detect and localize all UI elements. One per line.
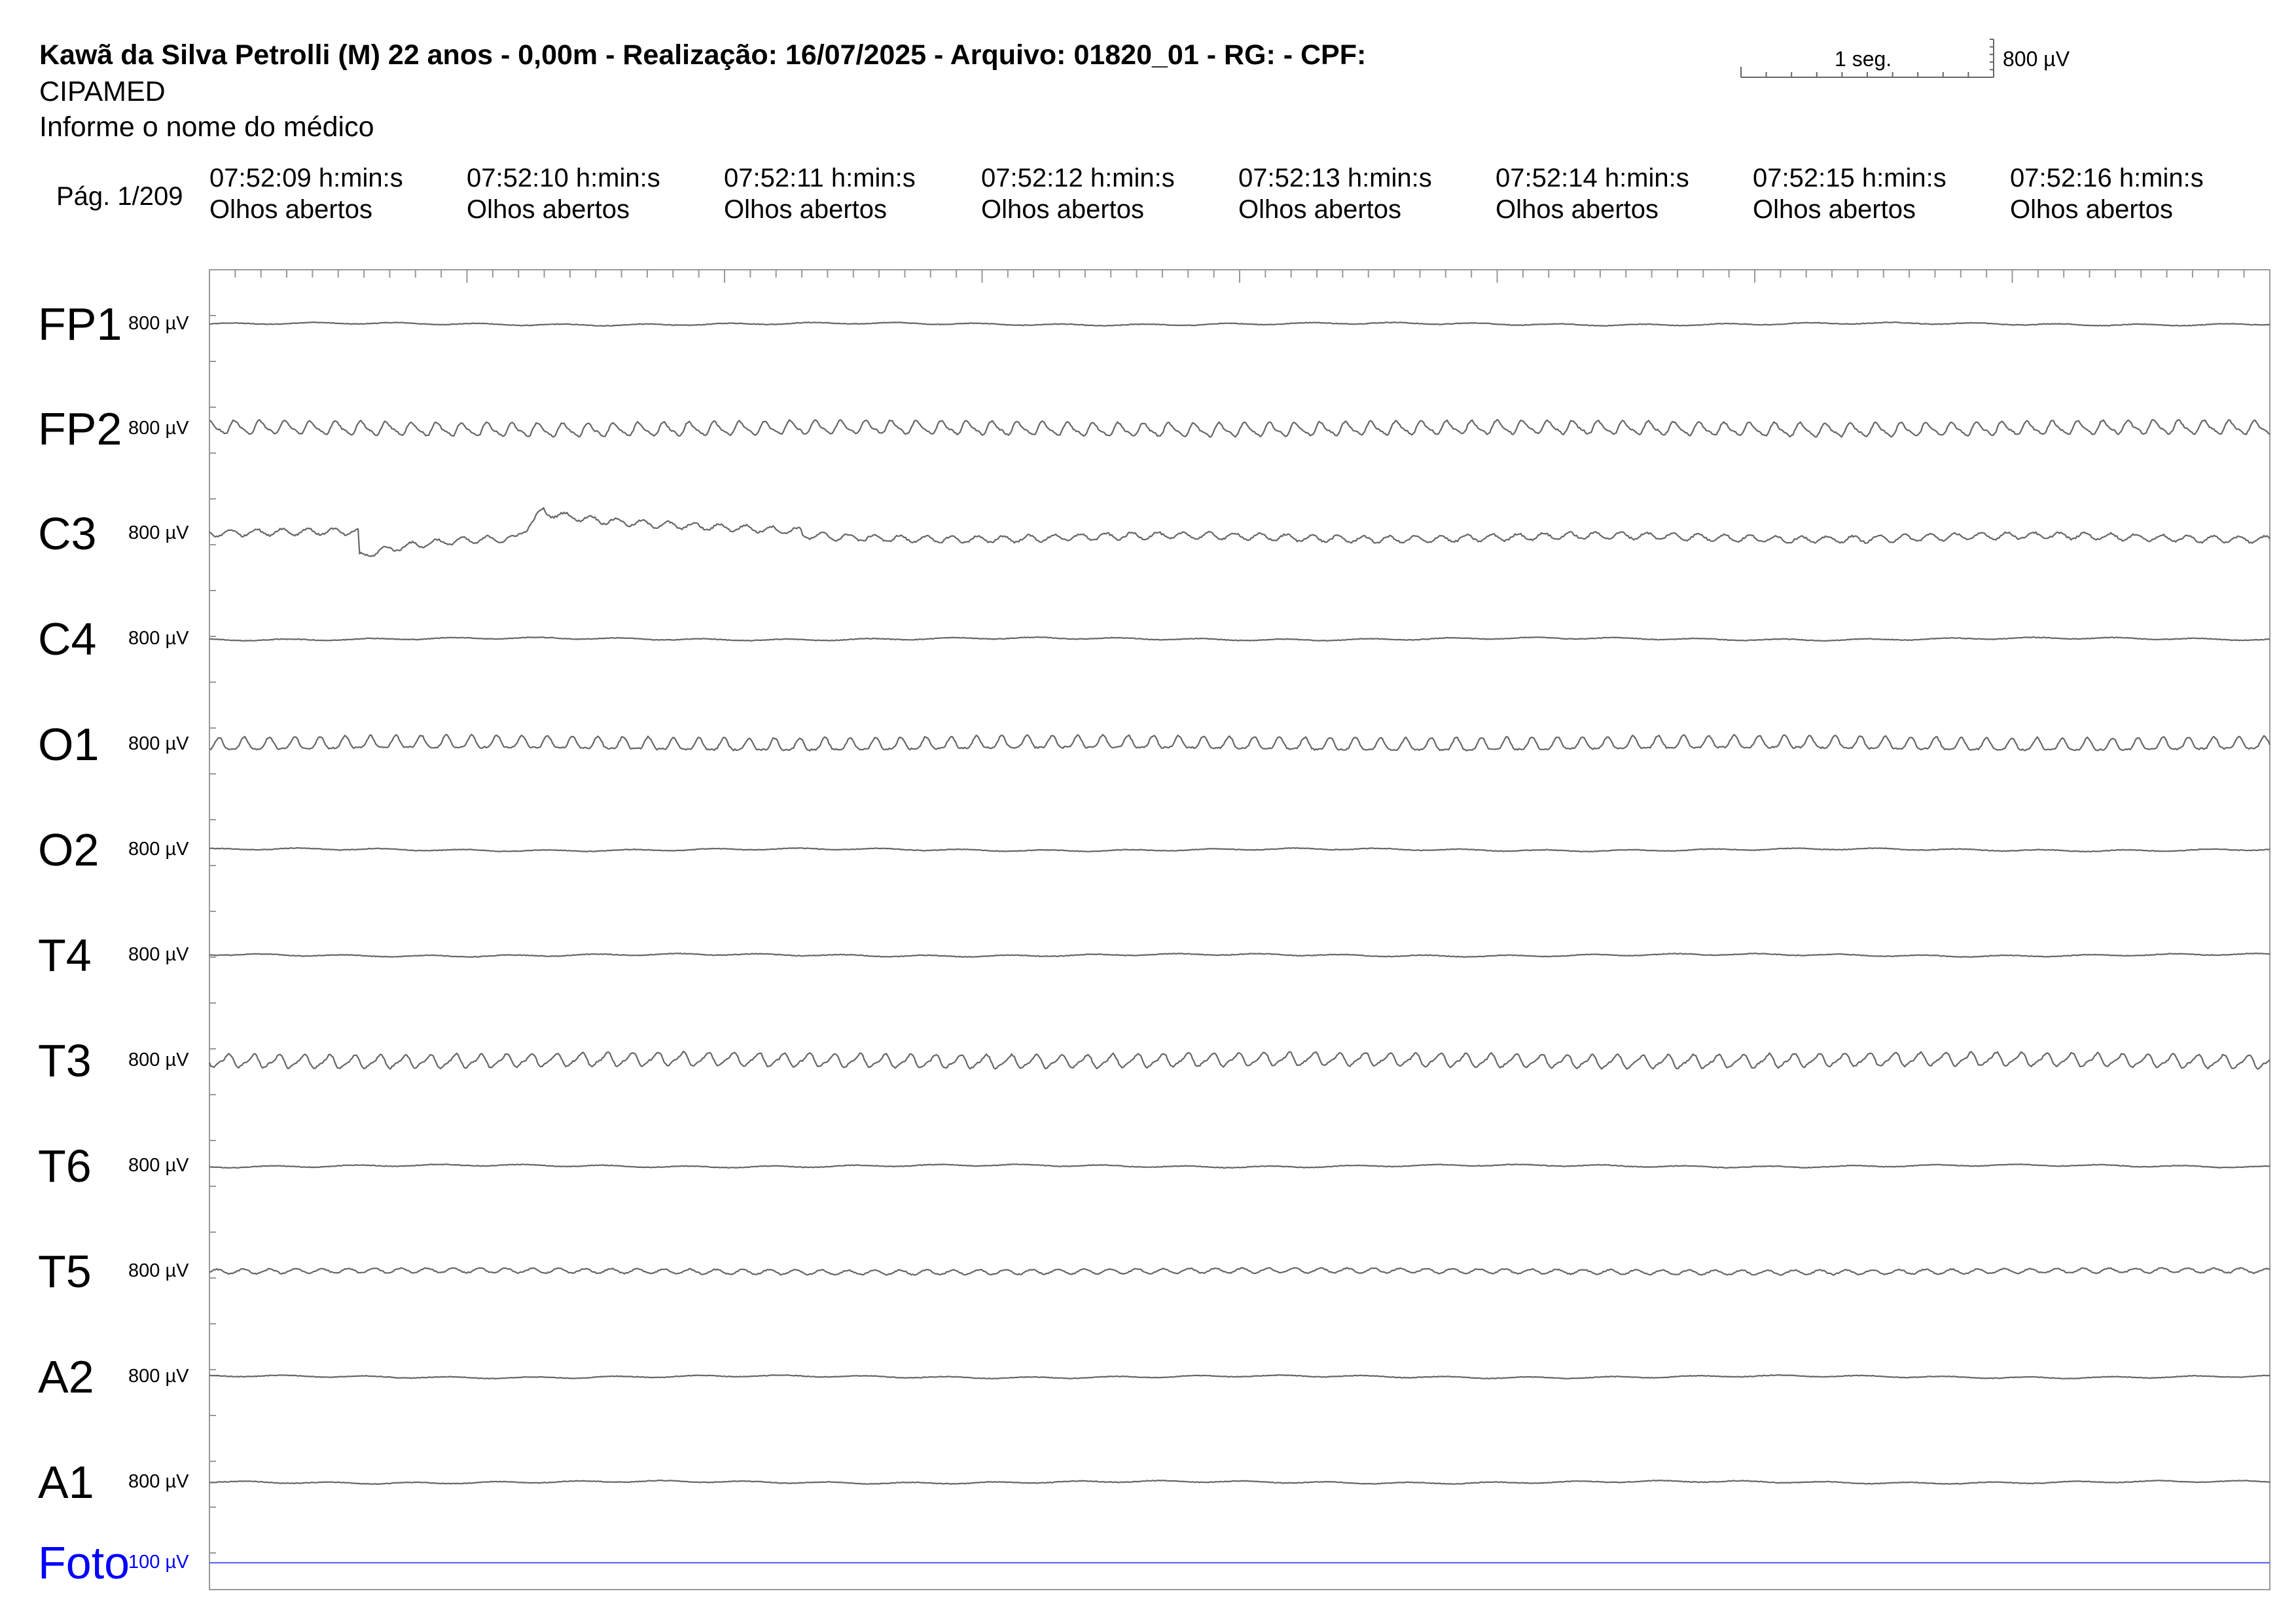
trace-t3 (208, 1050, 2270, 1070)
trace-t4 (209, 953, 2270, 958)
trace-fp2 (209, 418, 2270, 438)
trace-t5 (209, 1267, 2270, 1276)
channel-sensitivity-fp1: 800 µV (128, 313, 189, 334)
channel-sensitivity-a2: 800 µV (128, 1366, 189, 1387)
trace-c3 (209, 507, 2270, 557)
channel-sensitivity-c4: 800 µV (128, 628, 189, 649)
channel-label-a2: A2 (38, 1351, 94, 1402)
channel-label-t5: T5 (38, 1246, 92, 1297)
channel-sensitivity-a1: 800 µV (128, 1471, 189, 1492)
channel-label-fp1: FP1 (38, 299, 122, 350)
channel-sensitivity-t6: 800 µV (128, 1155, 189, 1176)
channel-label-t4: T4 (38, 930, 92, 981)
channel-label-o1: O1 (38, 719, 99, 770)
channel-sensitivity-o2: 800 µV (128, 839, 189, 860)
trace-a1 (209, 1479, 2270, 1486)
trace-t6 (209, 1163, 2270, 1169)
channel-label-t3: T3 (38, 1035, 92, 1086)
channel-label-o2: O2 (38, 824, 99, 875)
trace-fp1 (209, 321, 2270, 327)
channel-sensitivity-fp2: 800 µV (128, 418, 189, 439)
channel-label-a1: A1 (38, 1457, 94, 1508)
channel-label-c3: C3 (38, 508, 97, 559)
channel-sensitivity-foto: 100 µV (128, 1552, 189, 1573)
channel-sensitivity-t5: 800 µV (128, 1260, 189, 1281)
trace-c4 (209, 636, 2270, 642)
channel-label-foto: Foto (38, 1537, 130, 1588)
trace-o1 (209, 733, 2271, 752)
channel-sensitivity-o1: 800 µV (128, 733, 189, 754)
plot-frame (209, 269, 2270, 1590)
channel-label-fp2: FP2 (38, 403, 122, 454)
trace-o2 (209, 847, 2270, 853)
eeg-chart (208, 269, 2271, 1590)
channel-sensitivity-t4: 800 µV (128, 944, 189, 965)
channel-label-t6: T6 (38, 1140, 92, 1192)
channel-sensitivity-c3: 800 µV (128, 522, 189, 543)
channel-sensitivity-t3: 800 µV (128, 1049, 189, 1070)
trace-a2 (209, 1374, 2270, 1379)
channel-label-c4: C4 (38, 613, 97, 665)
